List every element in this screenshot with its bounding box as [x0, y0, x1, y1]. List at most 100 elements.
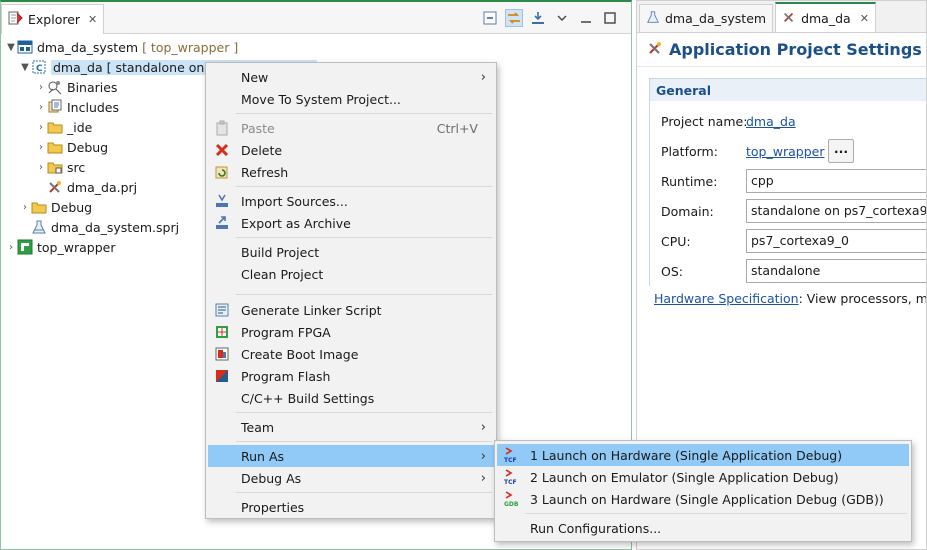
svg-text:TCF: TCF	[504, 479, 517, 485]
minimize-icon[interactable]	[577, 9, 595, 27]
menu-item-move-to-system[interactable]: Move To System Project...	[208, 88, 494, 110]
folder-icon	[47, 139, 63, 155]
menu-item-create-boot[interactable]: Create Boot Image	[208, 343, 494, 365]
svg-text:C: C	[36, 64, 43, 74]
menu-item-delete[interactable]: Delete	[208, 139, 494, 161]
menu-item-build-project[interactable]: Build Project	[208, 241, 494, 263]
svg-text:GDB: GDB	[504, 501, 519, 507]
menu-item-label: Program Flash	[241, 368, 331, 384]
field-label: Domain:	[661, 203, 714, 219]
platform-link[interactable]: top_wrapper	[746, 144, 824, 159]
menu-item-label: 2 Launch on Emulator (Single Application…	[530, 469, 839, 485]
view-menu-icon[interactable]	[553, 9, 571, 27]
browse-platform-button[interactable]: ···	[828, 139, 854, 163]
tab-dma-da[interactable]: dma_da ✕	[775, 2, 876, 32]
cpu-field[interactable]: ps7_cortexa9_0	[746, 229, 926, 253]
project-settings-icon	[647, 40, 663, 59]
menu-item-paste[interactable]: Paste Ctrl+V	[208, 117, 494, 139]
fpga-icon	[214, 324, 230, 340]
runtime-field[interactable]: cpp	[746, 169, 926, 193]
tree-item-label: dma_da_system.sprj	[51, 219, 180, 235]
application-project-icon: C	[31, 59, 47, 75]
collapsed-chevron-icon[interactable]: ›	[35, 162, 47, 173]
run-as-submenu: TCF 1 Launch on Hardware (Single Applica…	[494, 440, 912, 542]
collapsed-chevron-icon[interactable]: ›	[35, 142, 47, 153]
menu-item-new[interactable]: New ›	[208, 66, 494, 88]
tab-explorer[interactable]: Explorer ✕	[1, 3, 105, 34]
field-label: Project name:	[661, 113, 748, 129]
tree-item-label: _ide	[67, 119, 93, 135]
menu-item-clean-project[interactable]: Clean Project	[208, 263, 494, 285]
project-name-link[interactable]: dma_da	[746, 114, 796, 129]
hardware-spec-text: : View processors, mem	[798, 291, 927, 306]
collapse-all-icon[interactable]	[481, 9, 499, 27]
project-settings-icon	[47, 179, 63, 195]
source-folder-icon	[47, 159, 63, 175]
menu-separator	[525, 513, 907, 514]
menu-item-refresh[interactable]: Refresh	[208, 161, 494, 183]
menu-item-generate-linker[interactable]: Generate Linker Script	[208, 299, 494, 321]
view-menu-download-icon[interactable]	[529, 9, 547, 27]
os-row: OS: standalone	[650, 256, 926, 286]
tree-item-label: Debug	[51, 199, 93, 215]
link-with-editor-icon[interactable]	[505, 8, 523, 27]
menu-item-run-configurations[interactable]: Run Configurations...	[497, 517, 909, 539]
collapsed-chevron-icon[interactable]: ›	[5, 242, 17, 253]
collapsed-chevron-icon[interactable]: ›	[35, 122, 47, 133]
menu-item-program-fpga[interactable]: Program FPGA	[208, 321, 494, 343]
tab-dma-da-system[interactable]: dma_da_system	[639, 4, 774, 32]
menu-item-label: Move To System Project...	[241, 91, 401, 107]
expanded-chevron-icon[interactable]: ▼	[5, 42, 17, 53]
tree-item-label: src	[67, 159, 86, 175]
delete-icon	[214, 142, 230, 158]
menu-item-label: C/C++ Build Settings	[241, 390, 375, 406]
close-icon[interactable]: ✕	[88, 13, 97, 26]
menu-item-run-as[interactable]: Run As ›	[208, 445, 494, 467]
menu-item-launch-emulator[interactable]: TCF 2 Launch on Emulator (Single Applica…	[497, 466, 909, 488]
folder-icon	[47, 119, 63, 135]
svg-text:TCF: TCF	[504, 457, 517, 463]
submenu-arrow-icon: ›	[480, 470, 486, 486]
collapsed-chevron-icon[interactable]: ›	[35, 82, 47, 93]
hardware-spec-link[interactable]: Hardware Specification	[654, 291, 799, 306]
menu-item-label: Export as Archive	[241, 215, 351, 231]
gdb-launch-icon: GDB	[503, 491, 519, 507]
explorer-tabbar: Explorer ✕	[1, 2, 631, 34]
system-project-icon	[17, 39, 33, 55]
close-icon[interactable]: ✕	[860, 12, 869, 25]
menu-item-label: Delete	[241, 142, 283, 158]
tcf-launch-icon: TCF	[503, 469, 519, 485]
explorer-toolbar	[481, 8, 631, 27]
import-icon	[214, 193, 230, 209]
folder-icon	[31, 199, 47, 215]
flask-icon	[646, 10, 660, 27]
menu-item-label: Run As	[241, 448, 285, 464]
menu-item-export-archive[interactable]: Export as Archive	[208, 212, 494, 234]
domain-field[interactable]: standalone on ps7_cortexa9_0	[746, 199, 926, 223]
field-label: OS:	[661, 263, 683, 279]
maximize-icon[interactable]	[601, 9, 619, 27]
menu-item-label: Create Boot Image	[241, 346, 359, 362]
expanded-chevron-icon[interactable]: ▼	[19, 62, 31, 73]
export-icon	[214, 215, 230, 231]
collapsed-chevron-icon[interactable]: ›	[35, 102, 47, 113]
submenu-arrow-icon: ›	[480, 448, 486, 464]
menu-item-label: New	[241, 69, 269, 85]
collapsed-chevron-icon[interactable]: ›	[19, 202, 31, 213]
tree-item-system[interactable]: ▼ dma_da_system [ top_wrapper ]	[1, 37, 631, 57]
menu-item-label: Program FPGA	[241, 324, 331, 340]
platform-row: Platform: top_wrapper ···	[650, 136, 926, 166]
menu-item-import-sources[interactable]: Import Sources...	[208, 190, 494, 212]
os-field[interactable]: standalone	[746, 259, 926, 283]
menu-item-launch-hardware[interactable]: TCF 1 Launch on Hardware (Single Applica…	[497, 444, 909, 466]
section-header: General	[650, 79, 926, 101]
menu-separator	[236, 237, 492, 238]
tab-label: dma_da_system	[665, 11, 767, 26]
menu-item-properties[interactable]: Properties	[208, 496, 494, 518]
menu-item-cpp-build-settings[interactable]: C/C++ Build Settings	[208, 387, 494, 409]
menu-item-team[interactable]: Team ›	[208, 416, 494, 438]
editor-tabbar: dma_da_system dma_da ✕	[637, 1, 926, 33]
menu-item-launch-gdb[interactable]: GDB 3 Launch on Hardware (Single Applica…	[497, 488, 909, 510]
menu-item-debug-as[interactable]: Debug As ›	[208, 467, 494, 489]
menu-item-program-flash[interactable]: Program Flash	[208, 365, 494, 387]
